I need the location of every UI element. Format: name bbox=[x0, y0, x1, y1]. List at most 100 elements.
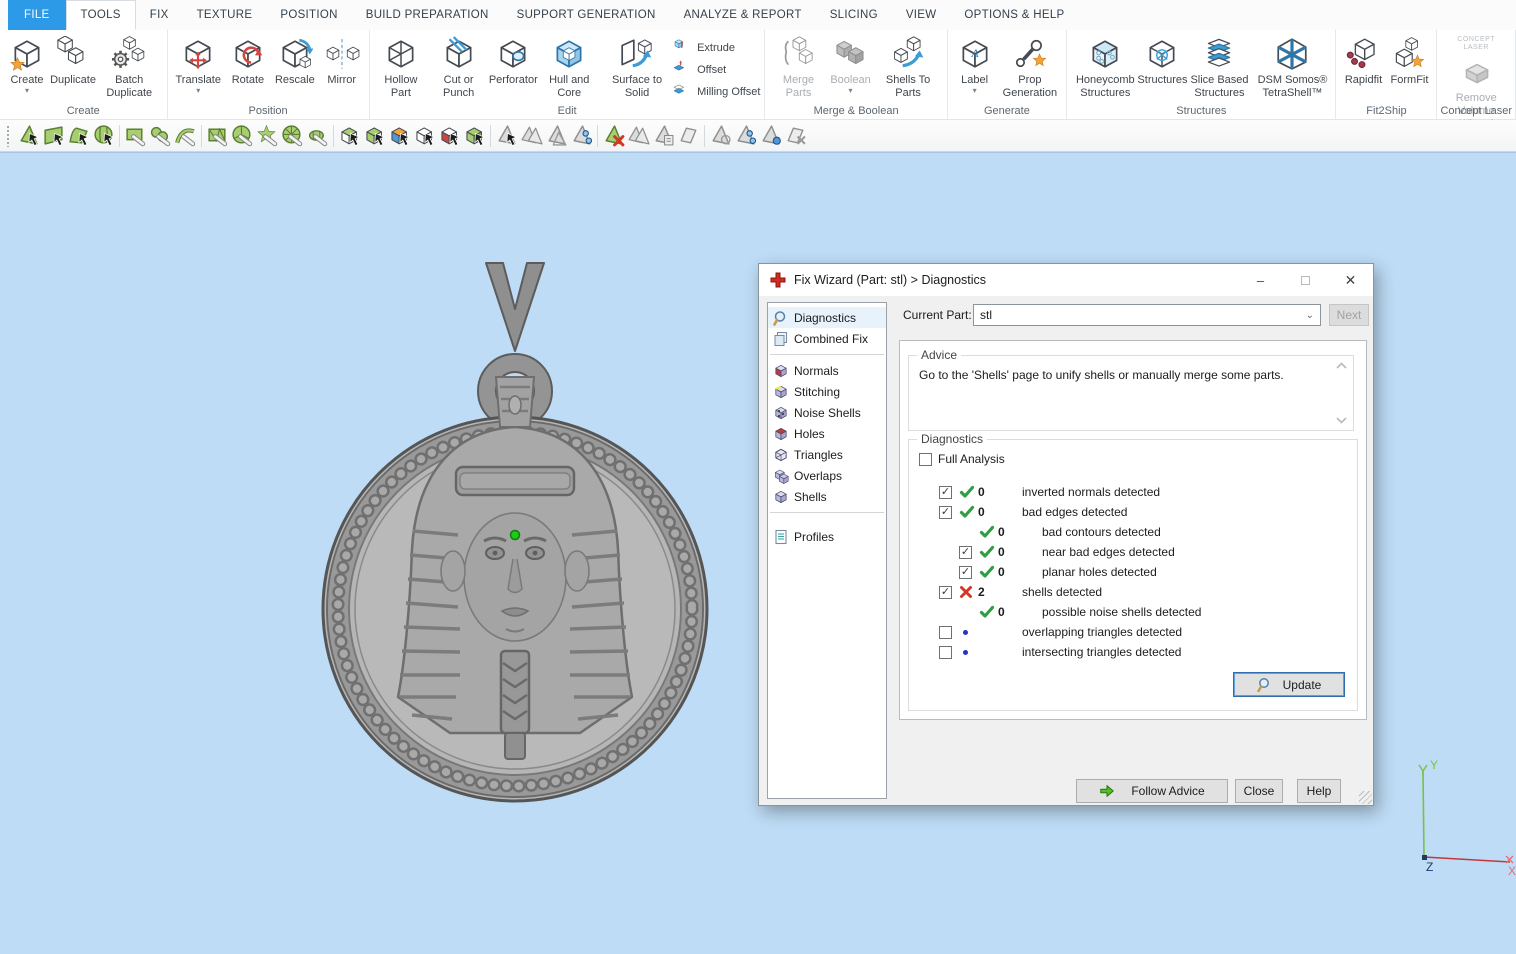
select-cube-face-icon[interactable] bbox=[362, 123, 387, 149]
surface-to-solid-button[interactable]: Surface to Solid bbox=[601, 34, 673, 102]
tab-texture[interactable]: TEXTURE bbox=[183, 0, 267, 30]
tab-tools[interactable]: TOOLS bbox=[66, 0, 136, 30]
structures-button[interactable]: Structures bbox=[1139, 34, 1185, 89]
tab-support-generation[interactable]: SUPPORT GENERATION bbox=[503, 0, 670, 30]
merge-parts-button[interactable]: Merge Parts bbox=[769, 34, 827, 102]
advice-scrollbar[interactable] bbox=[1335, 362, 1348, 424]
select-planes-icon[interactable] bbox=[41, 123, 66, 149]
toolbar-drag-handle[interactable] bbox=[6, 125, 11, 147]
pharaoh-pendant-model[interactable] bbox=[300, 259, 730, 809]
tab-slicing[interactable]: SLICING bbox=[816, 0, 892, 30]
viewport-3d[interactable]: Y X Z Fix Wizard (Part: stl) > Diagnosti… bbox=[0, 152, 1516, 954]
curve-selection-icon[interactable] bbox=[173, 123, 198, 149]
tab-position[interactable]: POSITION bbox=[266, 0, 351, 30]
select-cube-marked-icon[interactable] bbox=[437, 123, 462, 149]
cut-or-punch-button[interactable]: Cut or Punch bbox=[428, 34, 489, 102]
freeform-selection-icon[interactable] bbox=[255, 123, 280, 149]
wizard-page-normals[interactable]: Normals bbox=[768, 360, 886, 381]
diagnostic-checkbox[interactable]: ✓ bbox=[939, 506, 952, 519]
tab-fix[interactable]: FIX bbox=[136, 0, 183, 30]
scroll-down-icon[interactable] bbox=[1336, 417, 1347, 424]
tab-build-preparation[interactable]: BUILD PREPARATION bbox=[352, 0, 503, 30]
slice-based-structures-button[interactable]: Slice Based Structures bbox=[1185, 34, 1253, 102]
scroll-up-icon[interactable] bbox=[1336, 362, 1347, 369]
triangle-tool-a-icon[interactable] bbox=[494, 123, 519, 149]
dialog-close-button[interactable]: Close bbox=[1235, 779, 1283, 803]
wizard-page-overlaps[interactable]: Overlaps bbox=[768, 465, 886, 486]
rapidfit-button[interactable]: Rapidfit bbox=[1340, 34, 1386, 89]
plane-tool-x-icon[interactable] bbox=[783, 123, 808, 149]
diagnostic-checkbox[interactable]: ✓ bbox=[939, 486, 952, 499]
diagnostic-checkbox[interactable] bbox=[939, 646, 952, 659]
hull-and-core-button[interactable]: Hull and Core bbox=[537, 34, 601, 102]
triangle-tool-i-icon[interactable] bbox=[758, 123, 783, 149]
batch-duplicate-button[interactable]: Batch Duplicate bbox=[96, 34, 163, 102]
translate-button[interactable]: Translate ▾ bbox=[172, 34, 225, 96]
perforator-button[interactable]: Perforator bbox=[489, 34, 537, 89]
remove-volume-wizard-button[interactable]: CONCEPT LASER Remove Volume Wizard bbox=[1441, 34, 1511, 133]
tab-file[interactable]: FILE bbox=[8, 0, 66, 30]
triangle-tool-d-icon[interactable] bbox=[569, 123, 594, 149]
create-button[interactable]: Create ▾ bbox=[4, 34, 50, 96]
close-button[interactable]: ✕ bbox=[1328, 264, 1373, 296]
tab-options-help[interactable]: OPTIONS & HELP bbox=[950, 0, 1078, 30]
wizard-page-combined-fix[interactable]: Combined Fix bbox=[768, 328, 886, 349]
milling-offset-button[interactable]: Milling Offset bbox=[673, 82, 760, 102]
prop-generation-button[interactable]: Prop Generation bbox=[998, 34, 1063, 102]
select-cube-plain-icon[interactable] bbox=[412, 123, 437, 149]
mirror-button[interactable]: Mirror bbox=[319, 34, 365, 89]
boolean-button[interactable]: Boolean ▾ bbox=[828, 34, 874, 96]
formfit-button[interactable]: FormFit bbox=[1386, 34, 1432, 89]
offset-button[interactable]: Offset bbox=[673, 60, 760, 80]
rectangle-selection-icon[interactable] bbox=[123, 123, 148, 149]
triangle-tool-b-icon[interactable] bbox=[519, 123, 544, 149]
wizard-page-profiles[interactable]: Profiles bbox=[768, 526, 886, 547]
diagnostic-checkbox[interactable] bbox=[939, 626, 952, 639]
diagnostic-checkbox[interactable]: ✓ bbox=[939, 586, 952, 599]
current-part-select[interactable]: stl ⌄ bbox=[973, 304, 1321, 326]
extrude-button[interactable]: Extrude bbox=[673, 38, 760, 58]
wheel-selection-icon[interactable] bbox=[280, 123, 305, 149]
rescale-button[interactable]: Rescale bbox=[271, 34, 319, 89]
triangle-tool-f-icon[interactable] bbox=[651, 123, 676, 149]
diagnostic-checkbox[interactable]: ✓ bbox=[959, 566, 972, 579]
wizard-page-stitching[interactable]: Stitching bbox=[768, 381, 886, 402]
duplicate-button[interactable]: Duplicate bbox=[50, 34, 96, 89]
select-cube-cut-icon[interactable] bbox=[462, 123, 487, 149]
select-shells-icon[interactable] bbox=[91, 123, 116, 149]
wizard-page-diagnostics[interactable]: Diagnostics bbox=[768, 307, 886, 328]
triangle-tool-g-icon[interactable] bbox=[708, 123, 733, 149]
triangle-tool-c-icon[interactable] bbox=[544, 123, 569, 149]
select-surfaces-icon[interactable] bbox=[66, 123, 91, 149]
plane-tool-icon[interactable] bbox=[676, 123, 701, 149]
label-button[interactable]: A Label ▾ bbox=[952, 34, 998, 96]
ellipse-selection-icon[interactable] bbox=[305, 123, 330, 149]
rotate-button[interactable]: Rotate bbox=[225, 34, 271, 89]
select-triangles-icon[interactable] bbox=[16, 123, 41, 149]
shells-to-parts-button[interactable]: Shells To Parts bbox=[874, 34, 943, 102]
update-button[interactable]: Update bbox=[1233, 672, 1345, 697]
minimize-button[interactable]: – bbox=[1238, 264, 1283, 296]
wizard-page-triangles[interactable]: Triangles bbox=[768, 444, 886, 465]
triangle-tool-h-icon[interactable] bbox=[733, 123, 758, 149]
wizard-page-noise-shells[interactable]: Noise Shells bbox=[768, 402, 886, 423]
pie-selection-icon[interactable] bbox=[230, 123, 255, 149]
hollow-part-button[interactable]: Hollow Part bbox=[374, 34, 428, 102]
diagnostic-checkbox[interactable]: ✓ bbox=[959, 546, 972, 559]
wizard-page-holes[interactable]: Holes bbox=[768, 423, 886, 444]
dsm-somos-tetrashell-button[interactable]: DSM Somos® TetraShell™ bbox=[1253, 34, 1331, 102]
maximize-button[interactable] bbox=[1283, 264, 1328, 296]
full-analysis-checkbox[interactable] bbox=[919, 453, 932, 466]
follow-advice-button[interactable]: Follow Advice bbox=[1076, 779, 1228, 803]
select-cube-top-icon[interactable] bbox=[337, 123, 362, 149]
dialog-titlebar[interactable]: Fix Wizard (Part: stl) > Diagnostics – ✕ bbox=[759, 264, 1373, 296]
tab-analyze-report[interactable]: ANALYZE & REPORT bbox=[670, 0, 816, 30]
honeycomb-structures-button[interactable]: Honeycomb Structures bbox=[1071, 34, 1139, 102]
wizard-page-shells[interactable]: Shells bbox=[768, 486, 886, 507]
tab-view[interactable]: VIEW bbox=[892, 0, 951, 30]
window-selection-icon[interactable] bbox=[205, 123, 230, 149]
triangle-tool-e-icon[interactable] bbox=[626, 123, 651, 149]
delete-triangles-icon[interactable] bbox=[601, 123, 626, 149]
select-cube-colored-icon[interactable] bbox=[387, 123, 412, 149]
help-button[interactable]: Help bbox=[1297, 779, 1341, 803]
